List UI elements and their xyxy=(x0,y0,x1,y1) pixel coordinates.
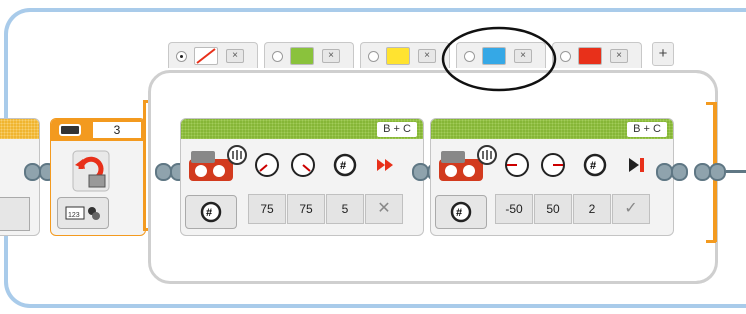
brake-toggle[interactable]: ✕ xyxy=(365,194,403,224)
no-color-swatch-icon xyxy=(194,47,218,65)
steering-value[interactable]: 75 xyxy=(248,194,286,224)
motor-port-label[interactable]: B + C xyxy=(377,122,417,137)
tab-close-button[interactable]: × xyxy=(226,49,244,63)
highlight-ellipse xyxy=(441,26,557,92)
mode-selector-button[interactable]: # xyxy=(185,195,237,229)
add-tab-button[interactable]: + xyxy=(652,42,674,66)
loop-mode-button[interactable]: 123 xyxy=(57,197,109,229)
loop-interrupt-block[interactable]: 3 123 xyxy=(50,118,146,236)
brake-icon xyxy=(621,151,649,179)
mode-selector-button[interactable]: # xyxy=(435,195,487,229)
tab-red[interactable]: × xyxy=(552,42,642,68)
loop-bracket-left xyxy=(143,100,146,230)
rotations-value[interactable]: 5 xyxy=(326,194,364,224)
brake-toggle[interactable]: ✓ xyxy=(612,194,650,224)
brake-coast-icon xyxy=(371,151,399,179)
tab-green[interactable]: × xyxy=(264,42,354,68)
svg-text:#: # xyxy=(590,160,596,172)
tank-motor-icon xyxy=(437,145,499,189)
loop-count-field[interactable]: 3 xyxy=(93,122,141,138)
red-swatch-icon xyxy=(578,47,602,65)
loop-exit-connector[interactable] xyxy=(694,163,728,181)
sequence-wire xyxy=(726,170,746,173)
tab-close-button[interactable]: × xyxy=(322,49,340,63)
left-power-value[interactable]: -50 xyxy=(495,194,533,224)
right-power-value[interactable]: 50 xyxy=(534,194,572,224)
loop-count-header: 3 xyxy=(51,119,145,141)
tab-close-button[interactable]: × xyxy=(418,49,436,63)
loop-bracket-right-bottom xyxy=(706,240,716,243)
rotations-icon: # xyxy=(331,151,359,179)
svg-text:#: # xyxy=(340,160,346,172)
left-power-icon xyxy=(503,151,531,179)
radio-selected-icon[interactable] xyxy=(176,51,187,62)
sequence-connector[interactable] xyxy=(656,163,690,181)
steering-power-icon xyxy=(253,151,281,179)
right-power-icon xyxy=(539,151,567,179)
tab-close-button[interactable]: × xyxy=(610,49,628,63)
svg-text:#: # xyxy=(456,207,462,219)
rotations-icon: # xyxy=(581,151,609,179)
loop-icon xyxy=(69,149,113,193)
tab-no-color[interactable]: × xyxy=(168,42,258,68)
block-header: B + C xyxy=(181,119,423,139)
rotations-value[interactable]: 2 xyxy=(573,194,611,224)
power-value[interactable]: 75 xyxy=(287,194,325,224)
motor-port-label[interactable]: B + C xyxy=(627,122,667,137)
loop-bracket-right-top xyxy=(706,102,716,105)
right-power-icon xyxy=(289,151,317,179)
tank-motor-icon xyxy=(187,145,249,189)
green-swatch-icon xyxy=(290,47,314,65)
svg-text:#: # xyxy=(206,207,212,219)
radio-icon[interactable] xyxy=(272,51,283,62)
svg-text:123: 123 xyxy=(68,212,80,219)
yellow-swatch-icon xyxy=(386,47,410,65)
tab-yellow[interactable]: × xyxy=(360,42,450,68)
radio-icon[interactable] xyxy=(560,51,571,62)
radio-icon[interactable] xyxy=(368,51,379,62)
block-header: B + C xyxy=(431,119,673,139)
loop-count-icon xyxy=(59,124,81,136)
